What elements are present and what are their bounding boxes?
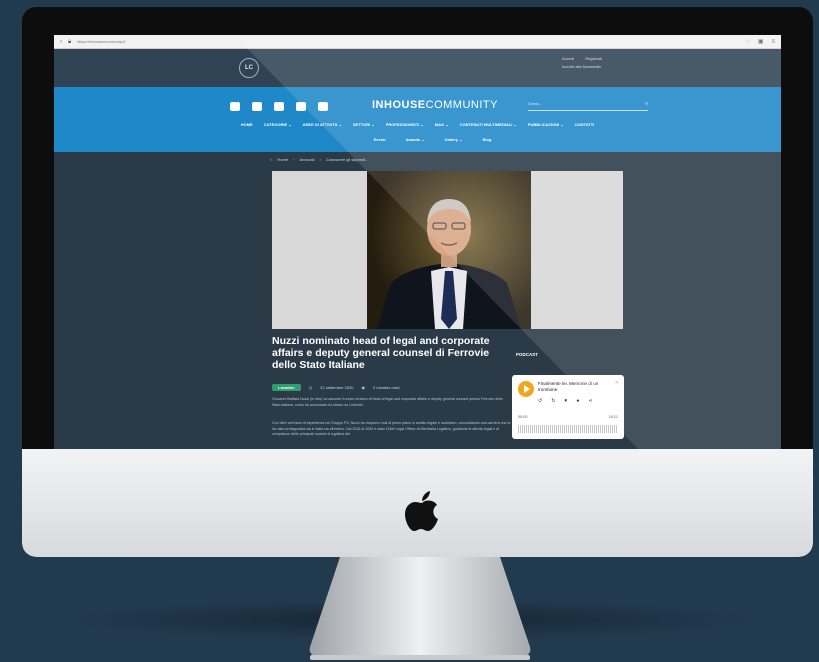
player-controls: ↺ ↻ ♥ ● ⋖	[538, 398, 593, 404]
top-links: Accedi Registrati Iscriviti alla Newslet…	[562, 55, 612, 71]
breadcrumb-sep: ›	[319, 157, 321, 162]
menu-item-mag[interactable]: MAG ⌄	[435, 122, 449, 127]
menu-item-contatti[interactable]: CONTATTI	[575, 122, 595, 127]
breadcrumb: ⌂ Home › Avvocati › Conoscere gli stipen…	[270, 157, 369, 162]
login-link[interactable]: Accedi	[562, 56, 574, 61]
linkedin-icon[interactable]	[230, 102, 240, 111]
newsletter-link[interactable]: Iscriviti alla Newsletter	[562, 64, 602, 69]
facebook-icon[interactable]	[318, 102, 328, 111]
menu-item-gallery[interactable]: Gallery ⌄	[444, 137, 462, 142]
menu-icon[interactable]: ≡	[771, 39, 775, 45]
breadcrumb-sep: ›	[293, 157, 295, 162]
category-badge[interactable]: Location	[272, 384, 301, 391]
portrait-photo	[367, 171, 531, 329]
shield-icon[interactable]: ◌	[746, 39, 750, 45]
instagram-icon[interactable]	[296, 102, 306, 111]
waveform[interactable]	[518, 425, 618, 433]
imac-frame: ‹ 🔒︎ https://inhousecommunity.it ◌ ▣ ≡ L…	[22, 7, 813, 557]
lock-icon: 🔒︎	[68, 38, 72, 45]
apple-logo-icon	[405, 491, 438, 531]
site-top-bar: LC Accedi Registrati Iscriviti alla News…	[54, 49, 781, 87]
brand-bold: INHOUSE	[372, 99, 426, 111]
episode-title[interactable]: Finalmente lei. Memorie di un trombone	[538, 381, 608, 393]
breadcrumb-home[interactable]: Home	[277, 157, 288, 162]
site-logo[interactable]: LC	[239, 58, 259, 78]
menu-item-settori[interactable]: SETTORI ⌄	[353, 122, 375, 127]
hero-image	[272, 171, 623, 329]
menu-item-pubblicazioni[interactable]: PUBBLICAZIONI ⌄	[528, 122, 564, 127]
article-paragraph-2: Con oltre vent'anni di esperienza nel Gr…	[272, 421, 511, 436]
site-brand[interactable]: INHOUSECOMMUNITY	[372, 99, 498, 111]
article-date: 22 settembre 2020	[320, 385, 354, 390]
podcast-player: Finalmente lei. Memorie di un trombone ✕…	[512, 375, 624, 439]
clock-icon: ◷	[308, 385, 313, 390]
social-links	[230, 102, 328, 111]
menu-item-aree[interactable]: AREE DI ATTIVITÀ ⌄	[303, 122, 342, 127]
share-icon[interactable]: ⋖	[588, 398, 592, 404]
search-placeholder: Cerca...	[528, 101, 543, 106]
url-bar[interactable]: https://inhousecommunity.it	[77, 39, 740, 44]
menu-item-blog[interactable]: Blog	[483, 137, 492, 142]
brand-light: COMMUNITY	[425, 99, 498, 111]
read-time: 2 minutes read	[373, 385, 400, 390]
menu-item-awards[interactable]: Awards ⌄	[406, 137, 425, 142]
home-icon[interactable]: ⌂	[270, 157, 272, 162]
close-icon[interactable]: ✕	[615, 380, 619, 386]
forward-icon[interactable]: ↻	[551, 398, 555, 404]
menu-item-professionisti[interactable]: PROFESSIONISTI ⌄	[386, 122, 424, 127]
article-meta: Location ◷ 22 settembre 2020 ◉ 2 minutes…	[272, 384, 400, 391]
menu-item-home[interactable]: HOME	[241, 122, 253, 127]
play-button[interactable]	[518, 381, 534, 397]
screen: ‹ 🔒︎ https://inhousecommunity.it ◌ ▣ ≡ L…	[54, 35, 781, 455]
replay-icon[interactable]: ↺	[538, 398, 542, 404]
youtube-icon[interactable]	[274, 102, 284, 111]
back-icon[interactable]: ‹	[60, 39, 62, 45]
search-icon[interactable]: ⚲	[645, 101, 648, 106]
menu-item-eventi[interactable]: Eventi	[374, 137, 386, 142]
time-start: 00:00	[518, 415, 528, 419]
breadcrumb-current: Conoscere gli stipendi...	[325, 157, 369, 162]
menu-item-contenuti[interactable]: CONTENUTI MULTIMEDIALI ⌄	[460, 122, 517, 127]
search-input[interactable]: Cerca... ⚲	[528, 97, 648, 111]
imac-stand	[309, 557, 531, 660]
portrait-figure	[377, 199, 521, 329]
comment-icon[interactable]: ●	[576, 398, 579, 404]
secondary-menu: Eventi Awards ⌄ Gallery ⌄ Blog	[54, 137, 781, 142]
twitter-icon[interactable]	[252, 102, 262, 111]
eye-icon: ◉	[361, 385, 366, 390]
main-menu: HOME CATEGORIE ⌄ AREE DI ATTIVITÀ ⌄ SETT…	[54, 122, 781, 127]
breadcrumb-category[interactable]: Avvocati	[299, 157, 314, 162]
nav-band: INHOUSECOMMUNITY Cerca... ⚲ HOME CATEGOR…	[54, 87, 781, 152]
browser-toolbar: ‹ 🔒︎ https://inhousecommunity.it ◌ ▣ ≡	[54, 35, 781, 49]
podcast-label: PODCAST	[516, 352, 539, 357]
time-end: 18:21	[608, 415, 618, 419]
article-title: Nuzzi nominato head of legal and corpora…	[272, 335, 490, 371]
extensions-icon[interactable]: ▣	[758, 39, 764, 45]
menu-item-categorie[interactable]: CATEGORIE ⌄	[264, 122, 292, 127]
heart-icon[interactable]: ♥	[564, 398, 567, 404]
article-paragraph-1: Giovanni Battista Nuzzi (in foto) ha ass…	[272, 397, 503, 407]
imac-chin	[22, 449, 813, 557]
register-link[interactable]: Registrati	[585, 56, 602, 61]
